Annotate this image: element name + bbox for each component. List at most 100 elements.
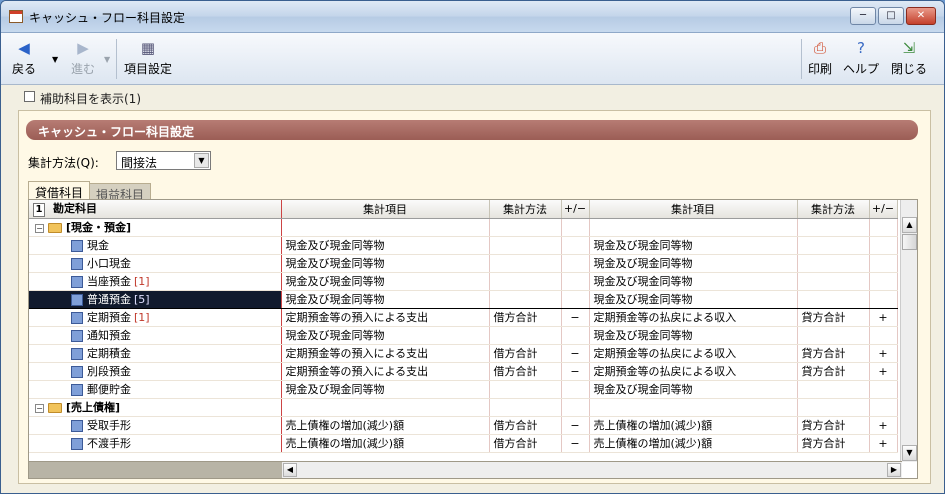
scroll-right-icon[interactable]: ▶ bbox=[887, 463, 901, 477]
sign-1-cell[interactable] bbox=[561, 289, 590, 309]
chevron-down-icon[interactable]: ▼ bbox=[194, 153, 209, 168]
sign-1-cell[interactable]: − bbox=[561, 308, 590, 327]
sign-2-cell[interactable] bbox=[869, 289, 898, 309]
account-cell[interactable]: 定期積金 bbox=[29, 344, 282, 363]
method-2-cell[interactable]: 貸方合計 bbox=[797, 362, 870, 381]
account-cell[interactable]: 郵便貯金 bbox=[29, 380, 282, 399]
sign-2-cell[interactable] bbox=[869, 380, 898, 399]
sign-2-cell[interactable]: + bbox=[869, 434, 898, 453]
tab-balance-sheet[interactable]: 貸借科目 bbox=[28, 181, 91, 200]
item-1-cell[interactable]: 定期預金等の預入による支出 bbox=[281, 344, 490, 363]
tab-profit-loss[interactable]: 損益科目 bbox=[89, 183, 152, 202]
account-cell[interactable]: 現金 bbox=[29, 236, 282, 255]
item-1-cell[interactable]: 現金及び現金同等物 bbox=[281, 289, 490, 309]
method-1-cell[interactable] bbox=[489, 254, 562, 273]
table-row[interactable]: 普通預金 [5] 現金及び現金同等物 現金及び現金同等物 bbox=[29, 289, 898, 309]
back-dropdown-icon[interactable]: ▼ bbox=[52, 55, 58, 64]
item-1-cell[interactable] bbox=[281, 218, 490, 237]
horizontal-scrollbar[interactable]: ◀ ▶ bbox=[29, 461, 902, 478]
item-2-cell[interactable] bbox=[589, 218, 798, 237]
method-2-cell[interactable]: 貸方合計 bbox=[797, 416, 870, 435]
account-cell[interactable]: 当座預金 [1] bbox=[29, 272, 282, 291]
account-cell[interactable]: 普通預金 [5] bbox=[29, 289, 282, 309]
method-1-cell[interactable]: 借方合計 bbox=[489, 362, 562, 381]
method-1-cell[interactable] bbox=[489, 289, 562, 309]
sign-1-cell[interactable] bbox=[561, 254, 590, 273]
sign-1-cell[interactable] bbox=[561, 236, 590, 255]
table-row[interactable]: 受取手形 売上債権の増加(減少)額 借方合計 − 売上債権の増加(減少)額 貸方合計 + bbox=[29, 416, 898, 435]
item-1-cell[interactable] bbox=[281, 398, 490, 417]
scroll-up-icon[interactable]: ▲ bbox=[902, 217, 917, 233]
method-2-cell[interactable]: 貸方合計 bbox=[797, 308, 870, 327]
title-bar[interactable]: キャッシュ・フロー科目設定 ─ □ ✕ bbox=[1, 1, 944, 33]
minimize-button[interactable]: ─ bbox=[850, 7, 876, 25]
sign-2-cell[interactable] bbox=[869, 272, 898, 291]
item-1-cell[interactable]: 現金及び現金同等物 bbox=[281, 272, 490, 291]
method-2-cell[interactable] bbox=[797, 289, 870, 309]
group-row[interactable]: − [現金・預金] bbox=[29, 218, 898, 237]
sign-2-cell[interactable] bbox=[869, 218, 898, 237]
item-1-cell[interactable]: 売上債権の増加(減少)額 bbox=[281, 434, 490, 453]
method-2-cell[interactable] bbox=[797, 254, 870, 273]
header-method-1[interactable]: 集計方法 bbox=[489, 200, 562, 219]
header-account[interactable]: 1 勘定科目 bbox=[29, 200, 282, 219]
item-2-cell[interactable]: 現金及び現金同等物 bbox=[589, 289, 798, 309]
sign-2-cell[interactable] bbox=[869, 398, 898, 417]
table-row[interactable]: 定期積金 定期預金等の預入による支出 借方合計 − 定期預金等の払戻による収入 貸方合計 + bbox=[29, 344, 898, 363]
item-2-cell[interactable]: 現金及び現金同等物 bbox=[589, 326, 798, 345]
sign-2-cell[interactable] bbox=[869, 326, 898, 345]
item-1-cell[interactable]: 定期預金等の預入による支出 bbox=[281, 362, 490, 381]
close-toolbar-button[interactable]: ⇲ 閉じる bbox=[887, 39, 931, 77]
header-item-1[interactable]: 集計項目 bbox=[281, 200, 490, 219]
account-cell[interactable]: 受取手形 bbox=[29, 416, 282, 435]
account-cell[interactable]: 定期預金 [1] bbox=[29, 308, 282, 327]
item-2-cell[interactable]: 現金及び現金同等物 bbox=[589, 236, 798, 255]
scroll-down-icon[interactable]: ▼ bbox=[902, 445, 917, 461]
sign-2-cell[interactable] bbox=[869, 236, 898, 255]
sign-2-cell[interactable]: + bbox=[869, 308, 898, 327]
group-row[interactable]: − [売上債権] bbox=[29, 398, 898, 417]
item-2-cell[interactable]: 現金及び現金同等物 bbox=[589, 254, 798, 273]
method-2-cell[interactable] bbox=[797, 380, 870, 399]
account-cell[interactable]: 小口現金 bbox=[29, 254, 282, 273]
sign-2-cell[interactable]: + bbox=[869, 416, 898, 435]
method-1-cell[interactable] bbox=[489, 326, 562, 345]
table-row[interactable]: 別段預金 定期預金等の預入による支出 借方合計 − 定期預金等の払戻による収入 貸方合計 + bbox=[29, 362, 898, 381]
method-1-cell[interactable]: 借方合計 bbox=[489, 308, 562, 327]
item-2-cell[interactable]: 定期預金等の払戻による収入 bbox=[589, 344, 798, 363]
sign-1-cell[interactable] bbox=[561, 380, 590, 399]
header-method-2[interactable]: 集計方法 bbox=[797, 200, 870, 219]
account-cell[interactable]: − [売上債権] bbox=[29, 398, 282, 417]
horizontal-scroll-track[interactable]: ◀ ▶ bbox=[282, 462, 902, 478]
method-1-cell[interactable]: 借方合計 bbox=[489, 344, 562, 363]
method-2-cell[interactable] bbox=[797, 272, 870, 291]
item-2-cell[interactable] bbox=[589, 398, 798, 417]
sign-1-cell[interactable] bbox=[561, 398, 590, 417]
method-1-cell[interactable] bbox=[489, 236, 562, 255]
method-2-cell[interactable] bbox=[797, 398, 870, 417]
method-2-cell[interactable] bbox=[797, 326, 870, 345]
table-row[interactable]: 現金 現金及び現金同等物 現金及び現金同等物 bbox=[29, 236, 898, 255]
method-1-cell[interactable] bbox=[489, 218, 562, 237]
back-button[interactable]: ◀ 戻る bbox=[7, 39, 41, 77]
sign-2-cell[interactable]: + bbox=[869, 362, 898, 381]
sign-1-cell[interactable]: − bbox=[561, 362, 590, 381]
item-2-cell[interactable]: 売上債権の増加(減少)額 bbox=[589, 434, 798, 453]
sign-2-cell[interactable]: + bbox=[869, 344, 898, 363]
item-settings-button[interactable]: ▦ 項目設定 bbox=[121, 39, 175, 77]
help-button[interactable]: ? ヘルプ bbox=[840, 39, 882, 77]
scroll-thumb[interactable] bbox=[902, 234, 917, 250]
account-cell[interactable]: − [現金・預金] bbox=[29, 218, 282, 237]
item-1-cell[interactable]: 現金及び現金同等物 bbox=[281, 236, 490, 255]
sign-2-cell[interactable] bbox=[869, 254, 898, 273]
method-2-cell[interactable]: 貸方合計 bbox=[797, 434, 870, 453]
sign-1-cell[interactable]: − bbox=[561, 344, 590, 363]
table-row[interactable]: 小口現金 現金及び現金同等物 現金及び現金同等物 bbox=[29, 254, 898, 273]
item-1-cell[interactable]: 売上債権の増加(減少)額 bbox=[281, 416, 490, 435]
method-2-cell[interactable]: 貸方合計 bbox=[797, 344, 870, 363]
vertical-scrollbar[interactable]: ▲ ▼ bbox=[900, 200, 917, 462]
item-2-cell[interactable]: 現金及び現金同等物 bbox=[589, 272, 798, 291]
sign-1-cell[interactable]: − bbox=[561, 434, 590, 453]
item-2-cell[interactable]: 売上債権の増加(減少)額 bbox=[589, 416, 798, 435]
item-2-cell[interactable]: 定期預金等の払戻による収入 bbox=[589, 362, 798, 381]
